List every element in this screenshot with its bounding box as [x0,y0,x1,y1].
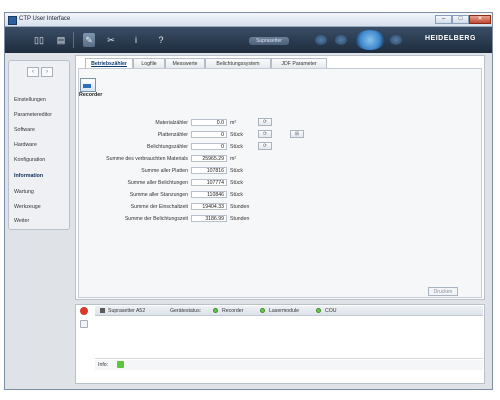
row-value: 19404.33 [191,203,227,210]
cou-status: COU [325,308,337,314]
tools-icon[interactable]: ✂ [105,33,117,47]
pages-icon[interactable]: ▯▯ [33,33,45,47]
reset-material-button[interactable]: ⟳ [258,118,272,126]
row-value: 107816 [191,167,227,174]
toolbar-separator [73,32,74,48]
row-unit: m² [230,120,237,126]
row-unit: Stück [230,192,243,198]
info-bar: Info: [95,360,483,370]
row-value: 0 [191,131,227,138]
row-value: 25965.29 [191,155,227,162]
row-value: 0.0 [191,119,227,126]
device-badge: Suprasetter [249,37,289,45]
row-label: Summe des verbrauchten Materials [106,156,188,162]
row-label: Summe aller Belichtungen [127,180,188,186]
info-label: Info: [98,362,109,368]
print-icon[interactable]: ▤ [55,33,67,47]
back-button[interactable]: ‹ [27,67,39,77]
row-value: 107774 [191,179,227,186]
row-label: Summe aller Stanzungen [129,192,188,198]
row-unit: Stück [230,144,243,150]
device-icon [100,308,105,313]
row-label: Summe der Einschaltzeit [130,204,188,210]
row-label: Belichtungszähler [147,144,188,150]
window-title: CTP User Interface [19,16,71,22]
brand-logo: HEIDELBERG [425,35,476,42]
sidebar-item-einstellungen[interactable]: Einstellungen [14,97,46,103]
row-unit: Stück [230,180,243,186]
reset-exposures-button[interactable]: ⟳ [258,142,272,150]
decor-glow [335,35,347,45]
title-bar: CTP User Interface – □ ✕ [5,13,492,27]
message-list[interactable] [95,318,483,359]
stop-icon[interactable] [80,307,88,315]
decor-glow [315,35,327,45]
row-value: 110846 [191,191,227,198]
maximize-button[interactable]: □ [452,15,469,24]
main-toolbar: ▯▯ ▤ ✎ ✂ i ? Suprasetter HEIDELBERG [5,27,492,53]
row-label: Summe aller Platten [141,168,188,174]
recorder-icon [80,78,96,92]
row-label: Summe der Belichtungszeit [124,216,188,222]
row-unit: Stück [230,168,243,174]
reset-all-button[interactable]: ⊞ [290,130,304,138]
device-status-label: Gerätestatus: [170,308,202,314]
app-icon [8,16,17,25]
forward-button[interactable]: › [41,67,53,77]
row-label: Plattenzähler [157,132,188,138]
decor-glow [390,35,402,45]
minimize-button[interactable]: – [435,15,452,24]
device-name: Suprasetter A52 [108,308,146,314]
row-label: Materialzähler [155,120,188,126]
recorder-status-icon [213,308,218,313]
sidebar-nav: ‹ › [27,67,55,77]
row-unit: Stunden [230,204,250,210]
row-value: 0 [191,143,227,150]
help-icon[interactable]: ? [155,33,167,47]
tab-jdf-parameter[interactable]: JDF Parameter [271,58,327,68]
row-unit: Stunden [230,216,250,222]
tab-logfile[interactable]: Logfile [133,58,165,68]
tab-belichtungssystem[interactable]: Belichtungssystem [205,58,271,68]
row-unit: m² [230,156,237,162]
info-icon[interactable]: i [130,33,142,47]
reset-plates-button[interactable]: ⟳ [258,130,272,138]
laser-status: Lasermodule [269,308,299,314]
globe-graphic [355,30,385,50]
checkmark-icon [117,361,124,368]
recorder-label: Recorder [79,92,103,98]
tab-betriebszaehler[interactable]: Betriebszähler [85,58,133,68]
row-unit: Stück [230,132,243,138]
laser-status-icon [260,308,265,313]
print-button[interactable]: Drucken [428,287,458,296]
wrench-icon[interactable]: ✎ [83,33,95,47]
tab-messwerte[interactable]: Messwerte [165,58,205,68]
recorder-status: Recorder [222,308,244,314]
cou-status-icon [316,308,321,313]
row-value: 3186.99 [191,215,227,222]
log-icon[interactable] [80,320,88,328]
sidebar-item-parametereditor[interactable]: Parametereditor [14,112,52,118]
close-button[interactable]: ✕ [469,15,491,24]
